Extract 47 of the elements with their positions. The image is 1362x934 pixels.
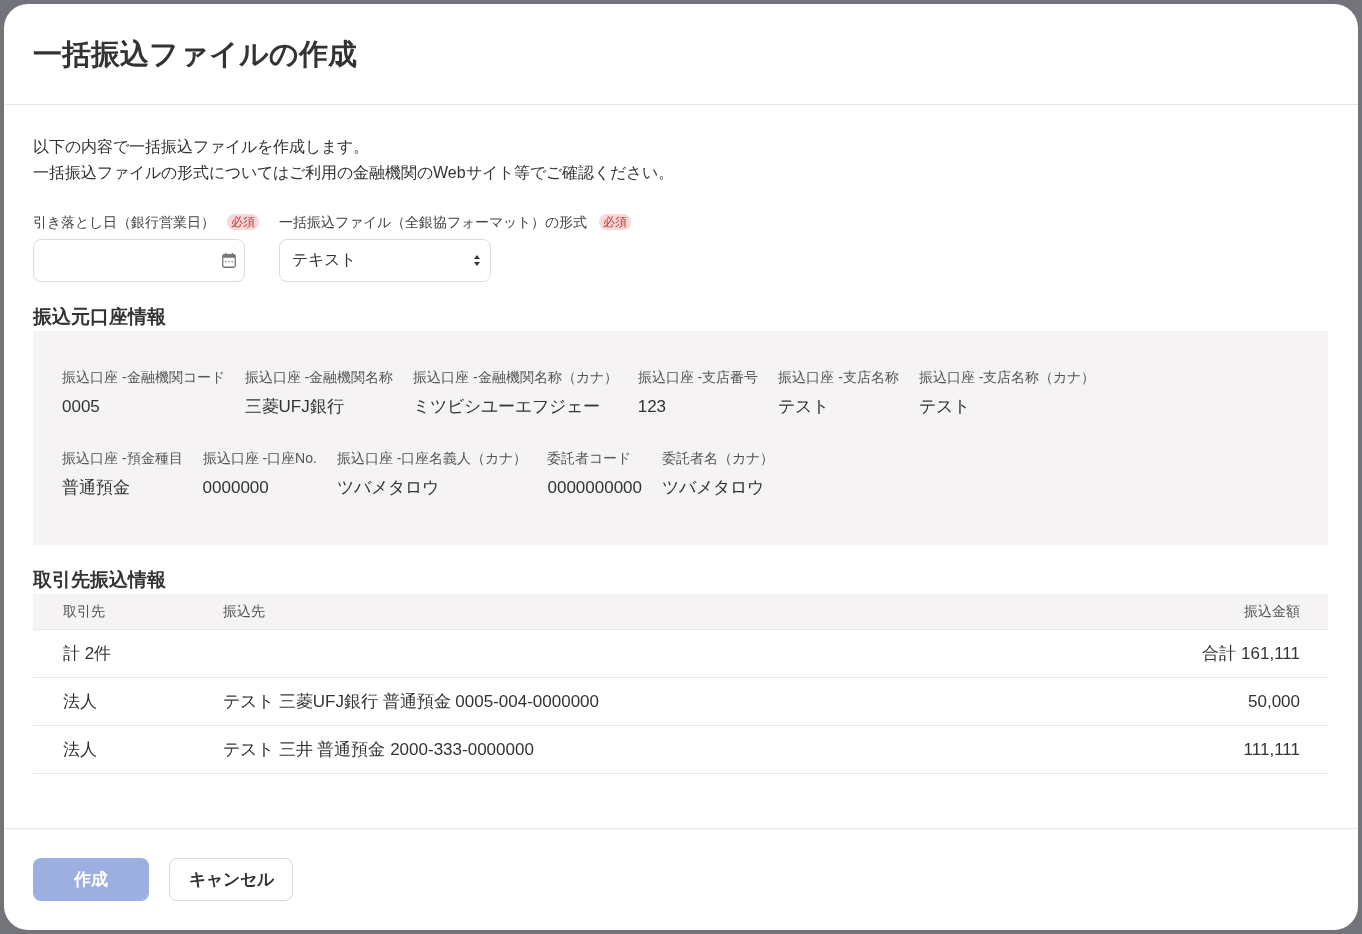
calendar-icon[interactable] [222, 253, 236, 268]
table-cell-text: テスト 三菱UFJ銀行 普通預金 0005-004-0000000 [223, 691, 601, 713]
column-header: 取引先 [63, 602, 106, 621]
info-value: ツバメタロウ [336, 477, 440, 499]
section-heading: 取引先振込情報 [33, 568, 167, 592]
info-label: 振込口座 -支店番号 [637, 368, 759, 386]
table-cell: 111,111 [1243, 739, 1300, 760]
info-value: ツバメタロウ [662, 477, 765, 499]
count-cell-text: 計 2件 [63, 643, 113, 665]
info-value: テスト [778, 396, 831, 418]
table-cell-text: 法人 [63, 691, 98, 713]
column-header: 振込先 [223, 602, 266, 621]
up-down-arrows-icon [474, 255, 480, 266]
info-label: 振込口座 -支店名称（カナ） [918, 368, 1096, 386]
format-select[interactable]: テキスト [279, 239, 491, 282]
table-cell-text: 法人 [63, 739, 98, 761]
intro-text: 以下の内容で一括振込ファイルを作成します。 [33, 137, 370, 157]
info-label: 委託者コード [547, 449, 633, 467]
info-value: 三菱UFJ銀行 [244, 396, 345, 418]
info-label: 振込口座 -金融機関コード [62, 368, 225, 386]
table-cell-text: テスト 三井 普通預金 2000-333-0000000 [223, 739, 535, 761]
info-value: 123 [637, 396, 668, 418]
date-field[interactable] [33, 239, 245, 282]
required-badge: 必須 [599, 214, 631, 230]
info-label: 振込口座 -預金種目 [62, 449, 183, 467]
cancel-button[interactable]: キャンセル [169, 858, 293, 901]
required-badge: 必須 [227, 214, 259, 230]
dialog-title: 一括振込ファイルの作成 [33, 37, 358, 72]
info-value: 普通預金 [62, 477, 131, 499]
info-label: 委託者名（カナ） [662, 449, 774, 467]
info-label: 振込口座 -金融機関名称 [244, 368, 394, 386]
field-label: 一括振込ファイル（全銀協フォーマット）の形式 [279, 213, 587, 232]
info-label: 振込口座 -支店名称 [778, 368, 899, 386]
info-value: 0000000 [202, 477, 270, 499]
info-value: ミツビシユーエフジェー [413, 396, 602, 418]
section-heading: 振込元口座情報 [33, 305, 167, 329]
info-label: 振込口座 -口座名義人（カナ） [336, 449, 528, 467]
field-label: 引き落とし日（銀行営業日） [33, 213, 215, 232]
info-value: テスト [918, 396, 971, 418]
info-label: 振込口座 -金融機関名称（カナ） [413, 368, 618, 386]
info-value: 0005 [62, 396, 101, 418]
info-label: 振込口座 -口座No. [202, 449, 317, 467]
total-cell-text: 合計 161,111 [1202, 643, 1300, 665]
intro-text: 一括振込ファイルの形式についてはご利用の金融機関のWebサイト等でご確認ください。 [33, 163, 675, 183]
column-header: 振込金額 [1244, 602, 1300, 621]
table-cell: 50,000 [1248, 691, 1300, 712]
info-value: 0000000000 [547, 477, 642, 499]
